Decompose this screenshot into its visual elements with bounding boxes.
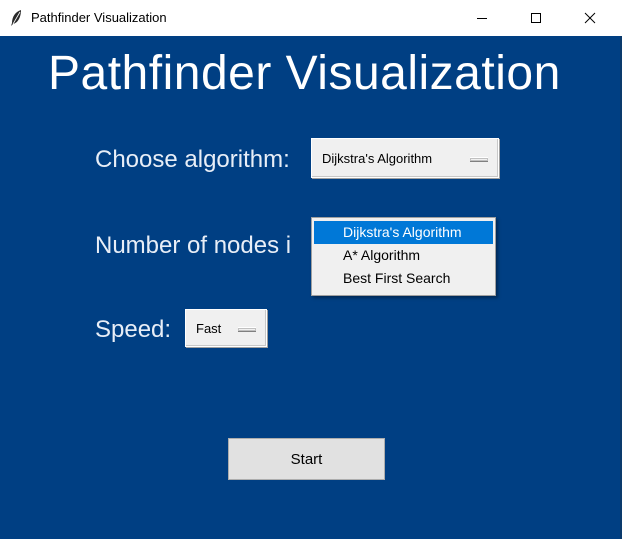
close-icon (584, 12, 596, 24)
algorithm-dropdown-menu: Dijkstra's Algorithm A* Algorithm Best F… (311, 217, 496, 296)
minimize-button[interactable] (459, 0, 505, 36)
title-bar: Pathfinder Visualization (0, 0, 622, 36)
option-menu-indicator-icon (470, 157, 488, 162)
main-panel: Pathfinder Visualization Choose algorith… (0, 36, 622, 539)
option-menu-indicator-icon (238, 327, 256, 332)
speed-select[interactable]: Fast (185, 309, 267, 347)
menu-item-best-first[interactable]: Best First Search (314, 267, 493, 290)
speed-select-value: Fast (196, 320, 222, 336)
maximize-icon (531, 13, 541, 23)
minimize-icon (477, 18, 487, 19)
nodes-label: Number of nodes i (95, 232, 292, 259)
algorithm-select[interactable]: Dijkstra's Algorithm (311, 138, 499, 178)
feather-icon (11, 10, 21, 26)
start-button[interactable]: Start (228, 438, 385, 480)
maximize-button[interactable] (513, 0, 559, 36)
algorithm-label: Choose algorithm: (95, 146, 290, 173)
menu-item-dijkstra[interactable]: Dijkstra's Algorithm (314, 221, 493, 244)
page-title: Pathfinder Visualization (48, 47, 561, 100)
speed-label: Speed: (95, 316, 172, 343)
window-title: Pathfinder Visualization (31, 10, 167, 25)
close-button[interactable] (567, 0, 613, 36)
algorithm-select-value: Dijkstra's Algorithm (322, 150, 433, 166)
menu-item-astar[interactable]: A* Algorithm (314, 244, 493, 267)
